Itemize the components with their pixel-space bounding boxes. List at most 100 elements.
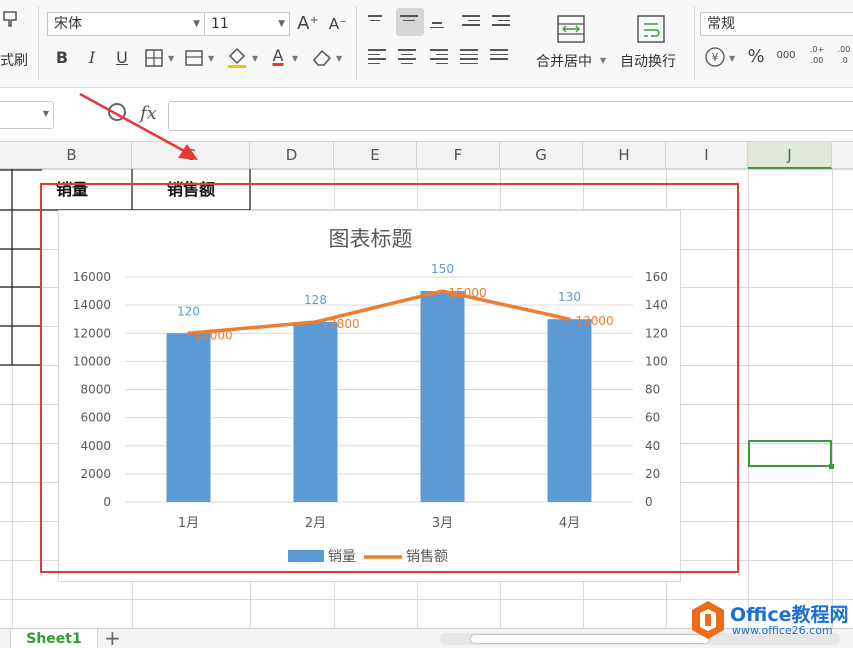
wrap-text-button[interactable]: 自动换行 [620,51,676,71]
y-tick-label: 8000 [80,383,111,397]
increase-indent-icon[interactable] [492,12,512,32]
fx-icon[interactable]: fx [140,103,157,124]
y2-tick-label: 60 [645,411,660,425]
chevron-down-icon: ▼ [278,19,285,29]
legend-label[interactable]: 销量 [328,549,356,565]
column-header-e[interactable]: E [334,142,417,169]
y-tick-label: 4000 [80,439,111,453]
percent-button[interactable]: % [744,45,768,69]
yen-icon[interactable]: ¥ [704,46,726,68]
align-left-icon[interactable] [368,46,388,66]
column-header-f[interactable]: F [417,142,500,169]
cell-style-icon[interactable] [184,48,206,68]
add-sheet-button[interactable]: + [104,626,121,648]
distributed-icon[interactable] [490,46,510,66]
cell-c1[interactable]: 销售额 [132,170,250,210]
format-painter-icon[interactable] [0,10,22,36]
selected-cell[interactable] [748,440,834,469]
ribbon-separator [38,6,39,80]
column-header-c[interactable]: C [132,142,250,169]
watermark-url: www.office26.com [732,624,833,637]
chevron-down-icon[interactable]: ▼ [208,54,214,63]
chevron-down-icon[interactable]: ▼ [600,56,606,65]
underline-button[interactable]: U [110,46,134,70]
bar[interactable] [166,333,211,502]
bar[interactable] [293,322,338,502]
font-name-select[interactable]: 宋体 ▼ [47,12,205,36]
chevron-down-icon[interactable]: ▼ [43,109,49,118]
borders-icon[interactable] [144,48,166,68]
font-color-button[interactable]: A [266,44,290,68]
bold-button[interactable]: B [50,46,74,70]
chevron-down-icon[interactable]: ▼ [336,54,342,63]
chevron-down-icon[interactable]: ▼ [252,54,258,63]
line-point[interactable] [187,331,190,335]
cell-b1[interactable]: 销量 [12,170,132,210]
y2-tick-label: 140 [645,298,668,312]
office-logo-icon [692,601,724,639]
align-center-icon[interactable] [398,46,418,66]
increase-font-button[interactable]: A⁺ [296,12,320,36]
formula-input[interactable] [168,101,853,131]
y2-tick-label: 20 [645,467,660,481]
column-header-h[interactable]: H [583,142,666,169]
svg-text:¥: ¥ [712,51,719,64]
merge-center-button[interactable]: 合并居中 [536,51,592,71]
align-bottom-icon[interactable] [430,12,450,32]
name-box[interactable]: ▼ [0,101,54,129]
ribbon-toolbar: 式刷 宋体 ▼ 11 ▼ A⁺ A⁻ B I U ▼ ▼ ▼ A ▼ ▼ 合并居… [0,0,853,88]
align-top-icon[interactable] [368,12,388,32]
decrease-font-button[interactable]: A⁻ [326,12,350,36]
line-point[interactable] [441,289,444,293]
line-point[interactable] [568,317,571,321]
y2-tick-label: 120 [645,326,668,340]
y2-tick-label: 80 [645,383,660,397]
font-size-select[interactable]: 11 ▼ [204,12,290,36]
chevron-down-icon[interactable]: ▼ [168,54,174,63]
chevron-down-icon[interactable]: ▼ [729,54,735,63]
x-tick-label: 2月 [305,516,326,531]
justify-icon[interactable] [460,46,480,66]
y-tick-label: 6000 [80,411,111,425]
chart-title[interactable]: 图表标题 [59,223,682,253]
scrollbar-thumb[interactable] [470,634,710,644]
font-size-value: 11 [211,16,229,32]
x-tick-label: 1月 [178,516,199,531]
increase-decimal-button[interactable]: .0+ .00 [806,44,828,68]
bar-data-label: 128 [304,293,327,307]
line-data-label: 15000 [449,286,487,300]
series-line[interactable] [188,289,570,335]
italic-button[interactable]: I [80,46,104,70]
chevron-down-icon[interactable]: ▼ [292,54,298,63]
column-header-b[interactable]: B [12,142,132,169]
bar[interactable] [547,319,592,502]
y2-tick-label: 100 [645,354,668,368]
bar[interactable] [420,291,465,502]
legend-label[interactable]: 销售额 [406,549,448,565]
combo-chart[interactable]: 0 2000 4000 6000 8000 10000 12000 14000 16000 0 20… [58,210,681,582]
chevron-down-icon: ▼ [193,19,200,29]
line-point[interactable] [314,320,317,324]
merge-center-icon[interactable] [556,14,586,44]
column-header-d[interactable]: D [250,142,334,169]
eraser-icon[interactable] [310,46,334,68]
spreadsheet-window: 式刷 宋体 ▼ 11 ▼ A⁺ A⁻ B I U ▼ ▼ ▼ A ▼ ▼ 合并居… [0,0,853,648]
legend-swatch-bar [288,550,324,562]
format-painter-label[interactable]: 式刷 [0,50,28,70]
decrease-indent-icon[interactable] [462,12,482,32]
zoom-icon[interactable] [108,103,126,121]
column-header-j[interactable]: J [748,142,832,169]
decrease-decimal-button[interactable]: .00 .0 [834,44,853,68]
wrap-text-icon[interactable] [636,14,666,44]
fill-color-icon[interactable] [226,46,250,68]
line-data-label: 12000 [195,328,233,342]
number-format-select[interactable]: 常规 [700,12,853,36]
thousands-separator-button[interactable]: 000 [774,44,798,68]
align-middle-icon[interactable] [396,8,424,36]
column-header-i[interactable]: I [666,142,748,169]
align-right-icon[interactable] [430,46,450,66]
y-tick-label: 16000 [73,270,111,284]
ribbon-separator [694,6,695,80]
column-header-g[interactable]: G [500,142,583,169]
sheet-tab-sheet1[interactable]: Sheet1 [10,629,98,648]
